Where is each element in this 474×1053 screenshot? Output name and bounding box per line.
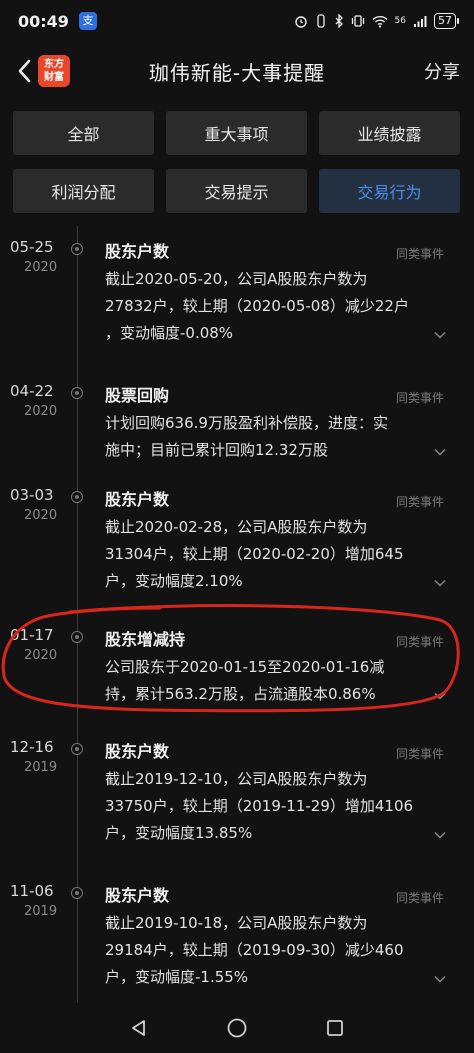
event-year: 2020 bbox=[24, 508, 58, 523]
event-description: 截止2020-02-28，公司A股股东户数为 31304户，较上期（2020-02… bbox=[105, 514, 450, 595]
similar-events-link[interactable]: 同类事件 bbox=[396, 493, 444, 510]
event-description: 计划回购636.9万股盈利补偿股，进度：实 施中；目前已累计回购12.32万股 bbox=[105, 410, 450, 464]
chevron-down-icon[interactable] bbox=[434, 579, 446, 587]
alarm-icon bbox=[294, 16, 307, 28]
event-date: 11-06 bbox=[10, 882, 54, 900]
chevron-down-icon[interactable] bbox=[434, 448, 446, 456]
event-title: 股东户数 bbox=[105, 886, 170, 905]
event-date: 05-25 bbox=[10, 238, 54, 256]
event-title: 股东户数 bbox=[105, 742, 170, 761]
alipay-icon: 支 bbox=[78, 12, 97, 30]
event-date: 03-03 bbox=[10, 486, 54, 504]
bluetooth-icon bbox=[335, 14, 343, 28]
event-description-line: 施中；目前已累计回购12.32万股 bbox=[105, 441, 328, 459]
event-description-line: 户，变动幅度2.10% bbox=[105, 572, 243, 590]
event-year: 2019 bbox=[24, 760, 58, 775]
wifi-icon bbox=[372, 15, 388, 28]
battery-icon: 57 bbox=[434, 13, 459, 29]
event-description-line: 27832户，较上期（2020-05-08）减少22户 bbox=[105, 297, 409, 315]
filter-tab[interactable]: 全部 bbox=[13, 111, 154, 155]
chevron-down-icon[interactable] bbox=[434, 831, 446, 839]
recent-apps-icon[interactable] bbox=[325, 1018, 345, 1038]
filter-tab[interactable]: 交易行为 bbox=[319, 169, 460, 213]
timeline-dot-icon bbox=[71, 491, 83, 503]
status-bar: 00:49 支 56 57 bbox=[0, 0, 474, 42]
filter-tab[interactable]: 业绩披露 bbox=[319, 111, 460, 155]
event-year: 2020 bbox=[24, 260, 58, 275]
header: 东方 财富 珈伟新能-大事提醒 分享 bbox=[0, 42, 474, 100]
timeline-dot-icon bbox=[71, 243, 83, 255]
highlight-annotation bbox=[1, 604, 460, 713]
filter-tab[interactable]: 交易提示 bbox=[166, 169, 307, 213]
signal-strength: 56 bbox=[394, 16, 406, 26]
timeline-dot-icon bbox=[71, 887, 83, 899]
event-description: 截止2019-12-10，公司A股股东户数为 33750户，较上期（2019-11… bbox=[105, 766, 450, 847]
similar-events-link[interactable]: 同类事件 bbox=[396, 745, 444, 762]
event-title: 股票回购 bbox=[105, 386, 170, 405]
chevron-down-icon[interactable] bbox=[434, 975, 446, 983]
event-description-line: 截止2019-12-10，公司A股股东户数为 bbox=[105, 770, 368, 788]
home-circle-icon[interactable] bbox=[226, 1017, 248, 1039]
back-triangle-icon[interactable] bbox=[129, 1018, 149, 1038]
event-description: 截止2020-05-20，公司A股股东户数为 27832户，较上期（2020-05… bbox=[105, 266, 450, 347]
event-description-line: 截止2019-10-18，公司A股股东户数为 bbox=[105, 914, 368, 932]
filter-tab[interactable]: 重大事项 bbox=[166, 111, 307, 155]
system-nav-bar bbox=[0, 1003, 474, 1053]
vibrate-icon bbox=[351, 15, 364, 27]
event-date: 04-22 bbox=[10, 382, 54, 400]
timeline-dot-icon bbox=[71, 387, 83, 399]
chevron-down-icon[interactable] bbox=[434, 331, 446, 339]
page-title: 珈伟新能-大事提醒 bbox=[148, 61, 326, 85]
similar-events-link[interactable]: 同类事件 bbox=[396, 245, 444, 262]
filter-tabs: 全部 重大事项 业绩披露利润分配 交易提示 交易行为 bbox=[13, 111, 461, 213]
event-description-line: 户，变动幅度-1.55% bbox=[105, 968, 249, 986]
event-description-line: 计划回购636.9万股盈利补偿股，进度：实 bbox=[105, 414, 388, 432]
event-year: 2019 bbox=[24, 904, 58, 919]
similar-events-link[interactable]: 同类事件 bbox=[396, 389, 444, 406]
filter-tab[interactable]: 利润分配 bbox=[13, 169, 154, 213]
event-description-line: 33750户，较上期（2019-11-29）增加4106 bbox=[105, 797, 414, 815]
event-description-line: 户，变动幅度13.85% bbox=[105, 824, 253, 842]
event-description-line: 截止2020-02-28，公司A股股东户数为 bbox=[105, 518, 368, 536]
status-icons: 56 57 bbox=[294, 13, 459, 29]
mute-icon bbox=[316, 14, 325, 28]
signal-icon bbox=[414, 15, 427, 27]
event-description-line: ，变动幅度-0.08% bbox=[105, 324, 234, 342]
event-description: 截止2019-10-18，公司A股股东户数为 29184户，较上期（2019-09… bbox=[105, 910, 450, 991]
timeline-dot-icon bbox=[71, 743, 83, 755]
similar-events-link[interactable]: 同类事件 bbox=[396, 889, 444, 906]
event-description-line: 截止2020-05-20，公司A股股东户数为 bbox=[105, 270, 368, 288]
event-title: 股东户数 bbox=[105, 242, 170, 261]
event-title: 股东户数 bbox=[105, 490, 170, 509]
event-description-line: 31304户，较上期（2020-02-20）增加645 bbox=[105, 545, 404, 563]
status-time: 00:49 bbox=[18, 11, 69, 31]
event-year: 2020 bbox=[24, 404, 58, 419]
event-date: 12-16 bbox=[10, 738, 54, 756]
share-button[interactable]: 分享 bbox=[424, 58, 460, 84]
event-description-line: 29184户，较上期（2019-09-30）减少460 bbox=[105, 941, 404, 959]
